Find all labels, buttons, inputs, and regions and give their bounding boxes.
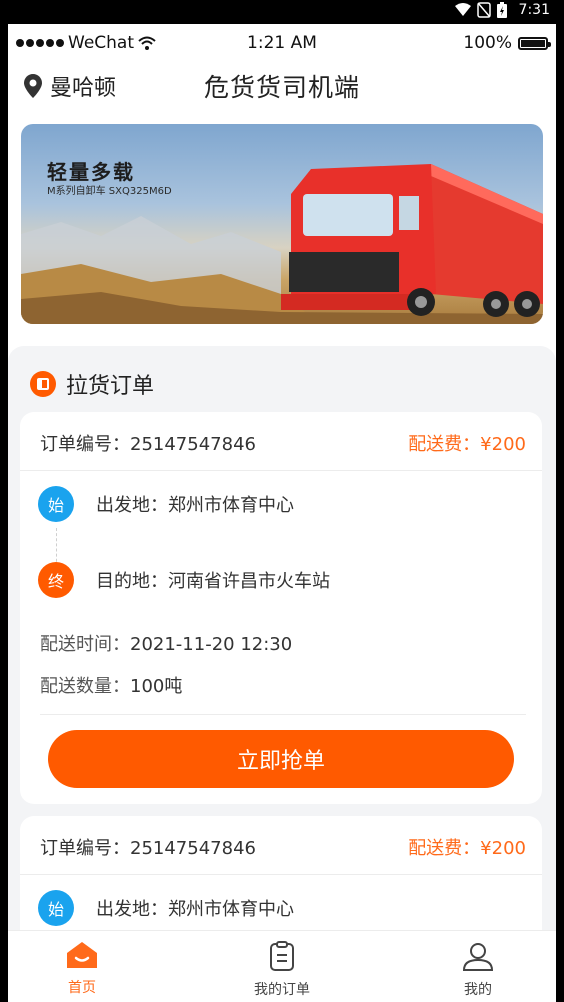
user-icon [462,943,494,971]
no-sim-icon [476,2,491,18]
order-card-header: 订单编号：25147547846 配送费：¥200 [20,816,542,875]
android-status-icons: 7:31 [454,2,550,18]
delivery-time-label: 配送时间： [40,634,130,655]
battery-icon [518,36,551,50]
route-start: 始 出发地：郑州市体育中心 [38,890,294,926]
tab-home[interactable]: 首页 [22,941,142,997]
battery-group: 100% [463,33,551,53]
order-number: 订单编号：25147547846 [40,434,256,455]
route-end: 终 目的地：河南省许昌市火车站 [38,562,330,598]
home-icon [67,942,97,968]
delivery-quantity-label: 配送数量： [40,676,130,697]
route-start: 始 出发地：郑州市体育中心 [38,486,294,522]
banner-title: 轻量多载 [47,160,135,184]
tab-label: 首页 [68,980,96,996]
battery-charging-icon [496,2,507,18]
section-header: 拉货订单 [30,368,154,400]
grab-order-button[interactable]: 立即抢单 [48,730,514,788]
tab-label: 我的 [464,982,492,998]
delivery-quantity: 配送数量：100吨 [40,672,182,698]
tab-label: 我的订单 [254,982,310,998]
app-screen: WeChat 1:21 AM 100% 曼哈顿 危货货司机端 轻量多载 M系列自… [8,24,556,1002]
start-badge: 始 [38,890,74,926]
banner-subtitle: M系列自卸车 SXQ325M6D [47,186,172,197]
order-card-header: 订单编号：25147547846 配送费：¥200 [20,412,542,471]
android-time: 7:31 [518,2,550,18]
battery-percent: 100% [463,33,512,53]
end-address: 目的地：河南省许昌市火车站 [96,571,330,592]
card-divider [40,714,526,715]
end-badge: 终 [38,562,74,598]
start-address: 出发地：郑州市体育中心 [96,495,294,516]
truck-image [281,164,543,317]
ios-status-bar: WeChat 1:21 AM 100% [8,24,556,64]
section-title: 拉货订单 [66,374,155,399]
order-number: 订单编号：25147547846 [40,838,256,859]
bottom-tab-bar: 首页 我的订单 我的 [8,930,556,1002]
delivery-time: 配送时间：2021-11-20 12:30 [40,630,292,656]
wifi-icon [454,3,471,16]
delivery-time-value: 2021-11-20 12:30 [130,634,293,655]
tab-my-orders[interactable]: 我的订单 [222,941,342,999]
start-badge: 始 [38,486,74,522]
order-card: 订单编号：25147547846 配送费：¥200 始 出发地：郑州市体育中心 … [20,412,542,804]
order-list-icon [30,371,56,397]
app-header: 曼哈顿 危货货司机端 [8,64,556,108]
page-title: 危货货司机端 [203,73,360,102]
android-status-bar: 7:31 [0,0,564,24]
start-address: 出发地：郑州市体育中心 [96,899,294,920]
tab-profile[interactable]: 我的 [418,941,538,999]
promo-banner[interactable]: 轻量多载 M系列自卸车 SXQ325M6D [21,124,543,324]
delivery-quantity-value: 100吨 [130,676,183,697]
order-list-section: 拉货订单 订单编号：25147547846 配送费：¥200 始 出发地：郑州市… [8,346,556,996]
delivery-fee: 配送费：¥200 [408,434,526,455]
clipboard-icon [270,941,294,971]
delivery-fee: 配送费：¥200 [408,838,526,859]
